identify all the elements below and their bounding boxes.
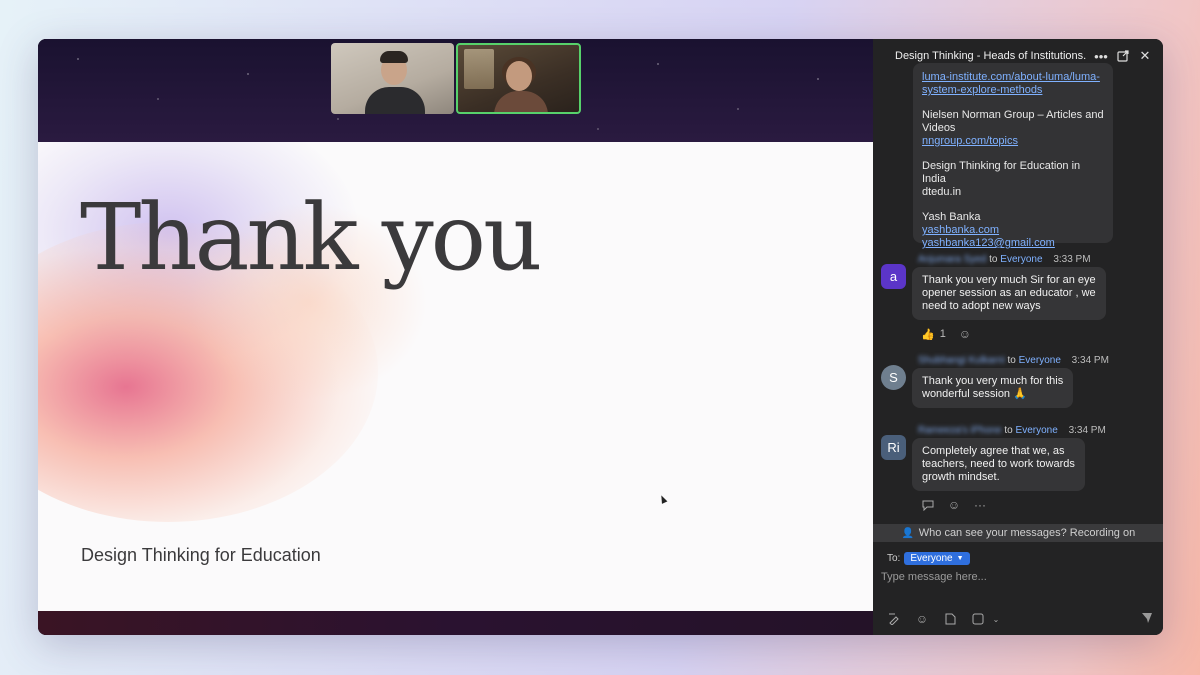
chat-title: Design Thinking - Heads of Institutions.… [895,50,1087,62]
message-bubble[interactable]: Thank you very much for this wonderful s… [912,368,1074,408]
message-bubble[interactable]: Completely agree that we, as teachers, n… [912,438,1085,491]
to-word: to [1004,425,1013,436]
avatar[interactable]: S [881,365,906,390]
recipient-link[interactable]: Everyone [1000,254,1042,265]
person-lock-icon: 👤 [901,527,914,539]
meeting-window: Thank you Design Thinking for Education … [38,39,1163,635]
message-line: opener session as an educator , we [922,287,1096,299]
message-bubble[interactable]: Thank you very much Sir for an eye opene… [912,267,1106,320]
visibility-notice[interactable]: 👤 Who can see your messages? Recording o… [873,524,1163,542]
more-icon[interactable]: ··· [973,498,987,512]
link-author-email[interactable]: yashbanka123@gmail.com [922,237,1104,250]
resource-links-message: luma-institute.com/about-luma/luma- syst… [913,63,1113,249]
message-time: 3:34 PM [1071,355,1109,366]
nngroup-title-cont: Videos [922,122,956,134]
participant-video-2-active-speaker[interactable] [456,43,581,114]
pop-out-icon[interactable] [1115,48,1131,64]
message-line: growth mindset. [922,471,1000,483]
file-icon[interactable] [943,612,957,626]
participant-1-body [365,87,425,114]
message-reactions: 👍 1 ☺ [921,327,972,341]
message-input[interactable] [881,569,1151,585]
message-line: teachers, need to work towards [922,458,1075,470]
add-reaction-icon[interactable]: ☺ [958,327,972,341]
sender-name: Shubhangi Kulkarni [918,355,1005,366]
participant-1-hair [380,51,408,63]
participant-2-body [494,91,548,112]
message-actions: ☺ ··· [921,498,987,512]
message-meta: Anjumara Syed to Everyone 3:33 PM [918,254,1091,265]
recipient-row: To: Everyone ▼ [887,552,970,565]
background-window [464,49,494,89]
recipient-value: Everyone [910,553,953,564]
message-meta: Rameeza's iPhone to Everyone 3:34 PM [918,425,1106,436]
reply-icon[interactable] [921,498,935,512]
chevron-down-icon[interactable]: ⌄ [989,612,1003,626]
caret-down-icon: ▼ [956,555,964,562]
to-word: to [989,254,998,265]
share-stage: Thank you Design Thinking for Education [38,39,873,635]
message-line: Thank you very much Sir for an eye [922,274,1096,286]
screenshot-icon[interactable] [971,612,985,626]
video-strip [331,43,581,114]
message-meta: Shubhangi Kulkarni to Everyone 3:34 PM [918,355,1109,366]
slide-subtitle: Design Thinking for Education [81,545,321,565]
format-icon[interactable] [887,612,901,626]
message-time: 3:33 PM [1053,254,1091,265]
recipient-link[interactable]: Everyone [1016,425,1058,436]
send-icon[interactable] [1141,612,1153,627]
dtedu-url: dtedu.in [922,186,962,198]
message-line: need to adopt new ways [922,300,1041,312]
link-luma[interactable]: luma-institute.com/about-luma/luma- [922,71,1104,84]
participant-2-head [506,61,532,91]
sender-name: Anjumara Syed [918,254,987,265]
message-line: wonderful session 🙏 [922,388,1027,400]
message-time: 3:34 PM [1068,425,1106,436]
participant-video-1[interactable] [331,43,454,114]
nngroup-title: Nielsen Norman Group – Articles and [922,109,1104,121]
mouse-cursor-icon [658,494,668,504]
visibility-text: Who can see your messages? Recording on [918,527,1136,539]
reaction-count: 1 [939,328,946,340]
chat-panel: Design Thinking - Heads of Institutions.… [873,39,1163,635]
dtedu-title: Design Thinking for Education in India [922,160,1081,185]
thumbs-up-icon: 👍 [921,328,935,341]
message-line: Completely agree that we, as [922,445,1065,457]
avatar[interactable]: a [881,264,906,289]
avatar[interactable]: Ri [881,435,906,460]
slide-title: Thank you [80,184,542,291]
close-icon[interactable]: ✕ [1137,48,1153,64]
link-author-site[interactable]: yashbanka.com [922,224,1104,237]
emoji-icon[interactable]: ☺ [915,612,929,626]
to-word: to [1007,355,1016,366]
link-nngroup[interactable]: nngroup.com/topics [922,135,1104,148]
add-reaction-icon[interactable]: ☺ [947,498,961,512]
shared-slide: Thank you Design Thinking for Education [38,142,873,611]
chat-toolbar: ☺ ⌄ [887,612,1003,626]
recipient-link[interactable]: Everyone [1019,355,1061,366]
link-luma-cont[interactable]: system-explore-methods [922,84,1104,97]
message-line: Thank you very much for this [922,375,1064,387]
slide-bottom-band [38,611,873,635]
reaction-thumbs-up[interactable]: 👍 1 [921,328,946,341]
more-options-icon[interactable]: ••• [1093,48,1109,64]
recipient-dropdown[interactable]: Everyone ▼ [904,552,970,565]
sender-name: Rameeza's iPhone [918,425,1002,436]
to-label: To: [887,553,901,564]
author-name: Yash Banka [922,211,981,223]
